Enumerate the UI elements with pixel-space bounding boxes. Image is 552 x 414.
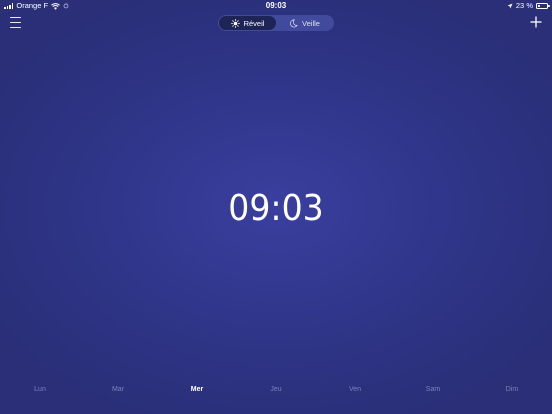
day-dim[interactable]: Dim xyxy=(492,386,532,393)
day-jeu[interactable]: Jeu xyxy=(256,386,296,393)
weekday-selector: Lun Mar Mer Jeu Ven Sam Dim xyxy=(0,386,552,398)
clock-time: 09:03 xyxy=(228,188,324,229)
day-mar[interactable]: Mar xyxy=(98,386,138,393)
status-right: 23 % xyxy=(507,0,550,12)
battery-icon xyxy=(536,3,550,9)
menu-button[interactable] xyxy=(10,17,23,28)
app-screen: Orange F 09:03 23 % Réveil Veille 09:03 … xyxy=(0,0,552,414)
add-button[interactable] xyxy=(530,16,542,28)
status-bar: Orange F 09:03 23 % xyxy=(0,0,552,12)
moon-icon xyxy=(290,19,298,27)
tab-reveil[interactable]: Réveil xyxy=(219,16,276,30)
tab-reveil-label: Réveil xyxy=(243,18,265,28)
status-time: 09:03 xyxy=(265,1,287,10)
day-ven[interactable]: Ven xyxy=(335,386,375,393)
hamburger-icon-line xyxy=(10,21,21,24)
location-arrow-icon xyxy=(507,3,513,9)
tab-veille[interactable]: Veille xyxy=(276,16,333,30)
day-mer[interactable]: Mer xyxy=(177,386,217,393)
sun-icon xyxy=(230,18,240,28)
mode-segmented-control: Réveil Veille xyxy=(218,15,334,31)
tab-veille-label: Veille xyxy=(302,18,320,28)
battery-percent: 23 % xyxy=(515,1,533,10)
day-lun[interactable]: Lun xyxy=(20,386,60,393)
day-sam[interactable]: Sam xyxy=(413,386,453,393)
hamburger-icon-line xyxy=(10,17,21,19)
hamburger-icon-line xyxy=(10,26,21,28)
